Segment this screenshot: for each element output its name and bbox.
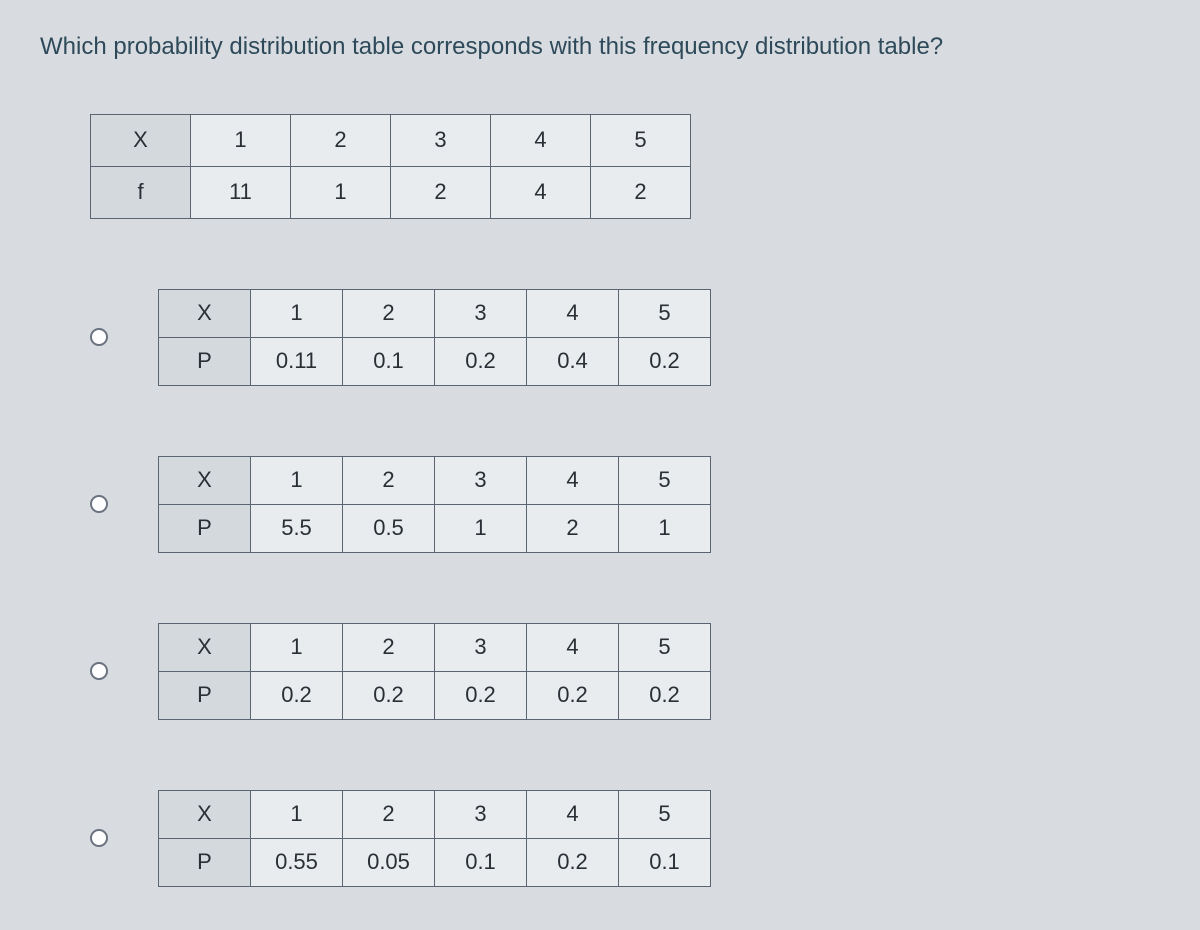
cell: 2 (391, 166, 491, 218)
row-label-x: X (159, 289, 251, 337)
answer-option-b[interactable]: X 1 2 3 4 5 P 5.5 0.5 1 2 1 (90, 456, 1160, 553)
cell: 0.2 (619, 671, 711, 719)
row-label-x: X (159, 623, 251, 671)
radio-icon[interactable] (90, 829, 108, 847)
cell: 1 (191, 114, 291, 166)
cell: 3 (435, 623, 527, 671)
row-label-x: X (159, 456, 251, 504)
table-row: P 0.55 0.05 0.1 0.2 0.1 (159, 838, 711, 886)
cell: 4 (491, 114, 591, 166)
radio-icon[interactable] (90, 495, 108, 513)
radio-icon[interactable] (90, 662, 108, 680)
cell: 4 (527, 456, 619, 504)
cell: 0.2 (251, 671, 343, 719)
cell: 5.5 (251, 504, 343, 552)
table-row: P 0.11 0.1 0.2 0.4 0.2 (159, 337, 711, 385)
table-row: P 0.2 0.2 0.2 0.2 0.2 (159, 671, 711, 719)
cell: 0.2 (619, 337, 711, 385)
cell: 4 (491, 166, 591, 218)
frequency-table-section: X 1 2 3 4 5 f 11 1 2 4 2 (90, 114, 1160, 219)
row-label-p: P (159, 337, 251, 385)
row-label-x: X (159, 790, 251, 838)
question-text: Which probability distribution table cor… (40, 30, 1160, 64)
cell: 5 (591, 114, 691, 166)
table-row: X 1 2 3 4 5 (159, 289, 711, 337)
table-row: X 1 2 3 4 5 (159, 456, 711, 504)
cell: 2 (343, 623, 435, 671)
table-row: f 11 1 2 4 2 (91, 166, 691, 218)
cell: 0.2 (435, 671, 527, 719)
cell: 0.2 (527, 671, 619, 719)
cell: 0.2 (343, 671, 435, 719)
cell: 5 (619, 456, 711, 504)
cell: 2 (343, 456, 435, 504)
frequency-table: X 1 2 3 4 5 f 11 1 2 4 2 (90, 114, 691, 219)
cell: 11 (191, 166, 291, 218)
probability-table: X 1 2 3 4 5 P 0.2 0.2 0.2 0.2 0.2 (158, 623, 711, 720)
radio-icon[interactable] (90, 328, 108, 346)
cell: 2 (527, 504, 619, 552)
cell: 1 (251, 790, 343, 838)
cell: 0.2 (435, 337, 527, 385)
probability-table: X 1 2 3 4 5 P 0.55 0.05 0.1 0.2 0.1 (158, 790, 711, 887)
row-label-x: X (91, 114, 191, 166)
cell: 0.5 (343, 504, 435, 552)
cell: 0.05 (343, 838, 435, 886)
row-label-f: f (91, 166, 191, 218)
answer-option-c[interactable]: X 1 2 3 4 5 P 0.2 0.2 0.2 0.2 0.2 (90, 623, 1160, 720)
cell: 2 (343, 790, 435, 838)
answer-option-d[interactable]: X 1 2 3 4 5 P 0.55 0.05 0.1 0.2 0.1 (90, 790, 1160, 887)
cell: 4 (527, 289, 619, 337)
cell: 0.1 (343, 337, 435, 385)
cell: 3 (435, 456, 527, 504)
cell: 2 (343, 289, 435, 337)
cell: 1 (291, 166, 391, 218)
cell: 0.2 (527, 838, 619, 886)
cell: 5 (619, 623, 711, 671)
table-row: P 5.5 0.5 1 2 1 (159, 504, 711, 552)
cell: 2 (291, 114, 391, 166)
cell: 1 (251, 456, 343, 504)
row-label-p: P (159, 838, 251, 886)
table-row: X 1 2 3 4 5 (159, 623, 711, 671)
table-row: X 1 2 3 4 5 (159, 790, 711, 838)
probability-table: X 1 2 3 4 5 P 5.5 0.5 1 2 1 (158, 456, 711, 553)
cell: 0.4 (527, 337, 619, 385)
row-label-p: P (159, 504, 251, 552)
cell: 0.11 (251, 337, 343, 385)
cell: 2 (591, 166, 691, 218)
cell: 5 (619, 790, 711, 838)
cell: 3 (391, 114, 491, 166)
cell: 0.1 (435, 838, 527, 886)
cell: 3 (435, 289, 527, 337)
cell: 4 (527, 790, 619, 838)
cell: 5 (619, 289, 711, 337)
cell: 0.55 (251, 838, 343, 886)
probability-table: X 1 2 3 4 5 P 0.11 0.1 0.2 0.4 0.2 (158, 289, 711, 386)
cell: 1 (251, 623, 343, 671)
cell: 1 (435, 504, 527, 552)
cell: 0.1 (619, 838, 711, 886)
cell: 4 (527, 623, 619, 671)
row-label-p: P (159, 671, 251, 719)
cell: 3 (435, 790, 527, 838)
table-row: X 1 2 3 4 5 (91, 114, 691, 166)
answer-option-a[interactable]: X 1 2 3 4 5 P 0.11 0.1 0.2 0.4 0.2 (90, 289, 1160, 386)
cell: 1 (251, 289, 343, 337)
cell: 1 (619, 504, 711, 552)
